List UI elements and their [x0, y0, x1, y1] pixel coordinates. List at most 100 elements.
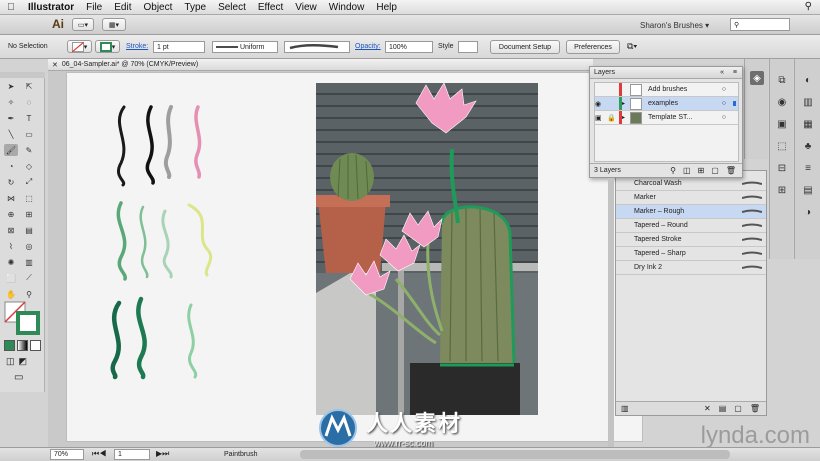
blob-brush-tool-icon[interactable]: ◔: [4, 160, 18, 172]
menu-effect[interactable]: Effect: [252, 2, 289, 13]
lock-icon[interactable]: 🔒: [607, 114, 619, 122]
appearance-panel-icon[interactable]: ⧉: [775, 73, 789, 87]
collapse-panel-icon[interactable]: «: [720, 69, 724, 76]
symbol-sprayer-tool-icon[interactable]: ✺: [4, 256, 18, 268]
layer-row-add-brushes[interactable]: Add brushes ○: [595, 83, 738, 97]
eraser-tool-icon[interactable]: ◇: [22, 160, 36, 172]
fill-stroke-swatches[interactable]: [3, 300, 43, 336]
menu-type[interactable]: Type: [178, 2, 212, 13]
preferences-button[interactable]: Preferences: [566, 40, 620, 54]
rectangle-tool-icon[interactable]: ▭: [22, 128, 36, 140]
panel-menu-icon[interactable]: ⧉▾: [627, 41, 637, 52]
transform-panel-icon[interactable]: ⬚: [775, 139, 789, 153]
eyedropper-tool-icon[interactable]: ⌇: [4, 240, 18, 252]
spotlight-search-icon[interactable]: ⚲: [805, 1, 812, 12]
menu-edit[interactable]: Edit: [108, 2, 137, 13]
none-mode-icon[interactable]: [30, 340, 41, 351]
layers-panel-icon[interactable]: ◈: [750, 71, 764, 85]
panel-options-icon[interactable]: ≡: [733, 69, 737, 76]
new-layer-icon[interactable]: ▢: [711, 166, 719, 175]
workspace-switcher[interactable]: Sharon's Brushes ▾: [640, 18, 720, 32]
target-icon[interactable]: ○: [722, 86, 726, 93]
type-tool-icon[interactable]: T: [22, 112, 36, 124]
menu-app[interactable]: Illustrator: [22, 2, 80, 13]
brush-item-tapered-stroke[interactable]: Tapered Stroke: [616, 233, 766, 247]
perspective-grid-tool-icon[interactable]: ⊞: [22, 208, 36, 220]
line-tool-icon[interactable]: ╲: [4, 128, 18, 140]
target-icon[interactable]: ○: [722, 114, 726, 121]
fill-swatch[interactable]: ▾: [67, 40, 92, 53]
expand-triangle-icon[interactable]: ▸: [622, 100, 630, 107]
color-mode-icon[interactable]: [4, 340, 15, 351]
brush-item-tapered-sharp[interactable]: Tapered – Sharp: [616, 247, 766, 261]
align-panel-icon[interactable]: ⊟: [775, 161, 789, 175]
gradient-panel-icon[interactable]: ▤: [801, 183, 815, 197]
opacity-field[interactable]: 100%: [385, 41, 433, 53]
document-setup-button[interactable]: Document Setup: [490, 40, 560, 54]
brush-definition-select[interactable]: [284, 41, 350, 53]
menu-window[interactable]: Window: [323, 2, 371, 13]
opacity-link[interactable]: Opacity:: [355, 43, 381, 50]
target-icon[interactable]: ○: [722, 100, 726, 107]
eye-icon[interactable]: ◉: [595, 100, 607, 108]
brush-item-marker-rough[interactable]: Marker – Rough: [616, 205, 766, 219]
scale-tool-icon[interactable]: ⤢: [22, 176, 36, 188]
bridge-button[interactable]: ▭▾: [72, 18, 94, 31]
stroke-swatch[interactable]: ▾: [95, 40, 120, 53]
menu-select[interactable]: Select: [212, 2, 252, 13]
vertical-scrollbar[interactable]: [608, 178, 614, 447]
draw-behind-icon[interactable]: ◩: [19, 356, 28, 367]
stroke-link[interactable]: Stroke:: [126, 43, 148, 50]
blend-tool-icon[interactable]: ◎: [22, 240, 36, 252]
remove-stroke-icon[interactable]: ✕: [704, 404, 711, 413]
arrange-documents-button[interactable]: ▦▾: [102, 18, 126, 31]
brush-options-icon[interactable]: ▤: [719, 404, 727, 413]
menu-help[interactable]: Help: [370, 2, 403, 13]
document-tab[interactable]: ✕ 06_04-Sampler.ai* @ 70% (CMYK/Preview): [48, 59, 593, 71]
color-guide-panel-icon[interactable]: ▥: [801, 95, 815, 109]
menu-view[interactable]: View: [289, 2, 323, 13]
graphic-styles-panel-icon[interactable]: ◉: [775, 95, 789, 109]
transparency-panel-icon[interactable]: ◑: [801, 205, 815, 219]
expand-triangle-icon[interactable]: ▸: [622, 114, 630, 121]
graphic-style-select[interactable]: [458, 41, 478, 53]
delete-brush-icon[interactable]: 🗑: [750, 404, 760, 413]
apple-icon[interactable]: : [0, 2, 22, 13]
selection-tool-icon[interactable]: ➤: [4, 80, 18, 92]
slice-tool-icon[interactable]: ⟋: [22, 272, 36, 284]
artboard-tool-icon[interactable]: ⬜: [4, 272, 18, 284]
pen-tool-icon[interactable]: ✒: [4, 112, 18, 124]
layers-tab[interactable]: Layers: [594, 69, 615, 76]
paintbrush-tool-icon[interactable]: 🖌: [4, 144, 18, 156]
stroke-panel-icon[interactable]: ≡: [801, 161, 815, 175]
direct-selection-tool-icon[interactable]: ⇱: [22, 80, 36, 92]
template-icon[interactable]: ▣: [595, 114, 607, 122]
menu-file[interactable]: File: [80, 2, 108, 13]
gradient-mode-icon[interactable]: [17, 340, 28, 351]
brush-item-marker[interactable]: Marker: [616, 191, 766, 205]
free-transform-tool-icon[interactable]: ⬚: [22, 192, 36, 204]
gradient-tool-icon[interactable]: ▤: [22, 224, 36, 236]
column-graph-tool-icon[interactable]: ▥: [22, 256, 36, 268]
layer-row-template[interactable]: ▣ 🔒 ▸ Template ST... ○: [595, 111, 738, 125]
artboard-number-field[interactable]: 1: [114, 449, 150, 460]
rotate-tool-icon[interactable]: ↻: [4, 176, 18, 188]
clipping-mask-icon[interactable]: ◫: [683, 166, 691, 175]
variable-width-profile-select[interactable]: Uniform: [212, 41, 278, 53]
layer-row-examples[interactable]: ◉ ▸ examples ○: [595, 97, 738, 111]
screen-mode-icon[interactable]: ▭: [14, 372, 23, 383]
hand-tool-icon[interactable]: ✋: [4, 288, 18, 300]
brush-libraries-icon[interactable]: ▥: [621, 404, 629, 413]
zoom-tool-icon[interactable]: ⚲: [22, 288, 36, 300]
artboards-panel-icon[interactable]: ▣: [775, 117, 789, 131]
brush-item-tapered-round[interactable]: Tapered – Round: [616, 219, 766, 233]
cactus-photo[interactable]: [316, 83, 538, 415]
pencil-tool-icon[interactable]: ✎: [22, 144, 36, 156]
shape-builder-tool-icon[interactable]: ⊕: [4, 208, 18, 220]
lasso-tool-icon[interactable]: ◌: [22, 96, 36, 108]
stroke-weight-field[interactable]: 1 pt: [153, 41, 205, 53]
previous-artboard-icon[interactable]: ⏮◀: [92, 449, 106, 459]
magic-wand-tool-icon[interactable]: ✧: [4, 96, 18, 108]
brush-item-dry-ink-2[interactable]: Dry Ink 2: [616, 261, 766, 275]
locate-object-icon[interactable]: ⚲: [670, 166, 676, 175]
